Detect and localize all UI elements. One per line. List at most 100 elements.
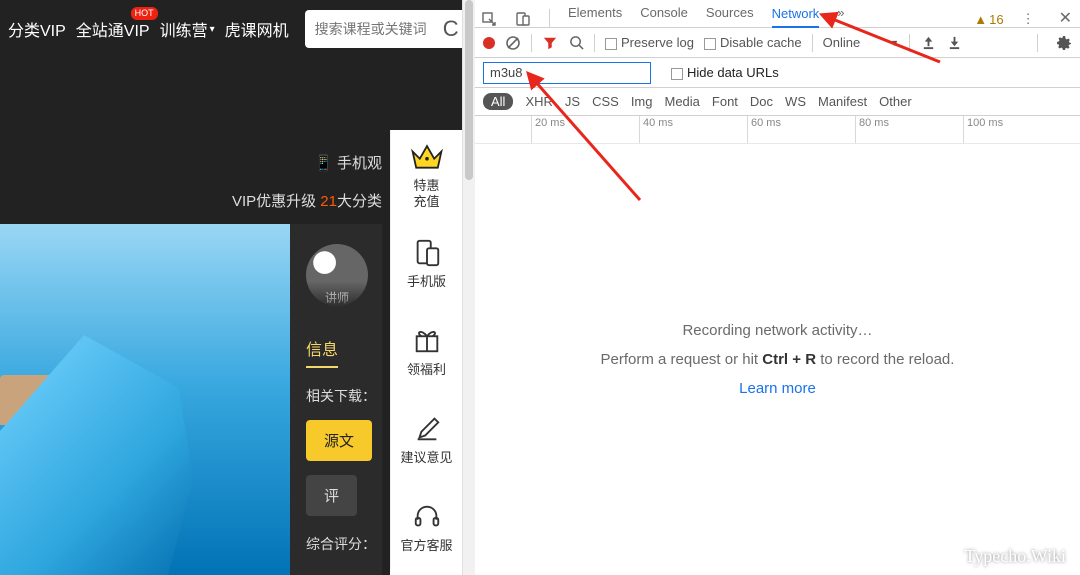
empty-sub-c: to record the reload. bbox=[816, 351, 954, 368]
warning-count[interactable]: ▲ 16 bbox=[974, 12, 1003, 27]
left-app-panel: 分类VIP 全站通VIP HOT 训练营 ▾ 虎课网机 C 📱 手机观 VIP优… bbox=[0, 0, 462, 575]
throttling-dropdown[interactable]: Online ▼ bbox=[823, 35, 900, 50]
hot-badge: HOT bbox=[131, 7, 158, 20]
empty-sub: Perform a request or hit Ctrl + R to rec… bbox=[601, 351, 955, 368]
hide-data-urls-label: Hide data URLs bbox=[687, 65, 779, 80]
empty-title: Recording network activity… bbox=[682, 322, 872, 339]
watermark: Typecho.Wiki bbox=[965, 546, 1067, 567]
scrollbar-thumb[interactable] bbox=[465, 0, 473, 180]
avatar-tag-label: 讲师 bbox=[306, 290, 368, 306]
top-nav: 分类VIP 全站通VIP HOT 训练营 ▾ 虎课网机 C bbox=[0, 0, 462, 58]
vip-promo-count: 21 bbox=[320, 193, 337, 210]
preserve-log-label: Preserve log bbox=[621, 35, 694, 50]
hide-data-urls-checkbox[interactable]: Hide data URLs bbox=[671, 65, 779, 80]
caret-down-icon: ▼ bbox=[890, 38, 899, 48]
divider bbox=[594, 34, 595, 52]
info-tab[interactable]: 信息 bbox=[306, 336, 338, 368]
inspect-icon[interactable] bbox=[481, 11, 497, 27]
type-all[interactable]: All bbox=[483, 93, 513, 110]
warning-count-value: 16 bbox=[989, 12, 1003, 27]
record-button[interactable] bbox=[483, 37, 495, 49]
download-icon[interactable] bbox=[946, 35, 962, 51]
warning-icon: ▲ bbox=[974, 12, 987, 27]
type-ws[interactable]: WS bbox=[785, 94, 806, 109]
tab-more[interactable]: » bbox=[837, 0, 844, 27]
upload-icon[interactable] bbox=[920, 35, 936, 51]
timeline-tick: 100 ms bbox=[963, 116, 1003, 143]
learn-more-link[interactable]: Learn more bbox=[739, 380, 816, 397]
gear-icon[interactable] bbox=[1056, 35, 1072, 51]
divider bbox=[909, 34, 910, 52]
divider bbox=[812, 34, 813, 52]
network-timeline[interactable]: 20 ms 40 ms 60 ms 80 ms 100 ms bbox=[475, 116, 1080, 144]
filter-icon[interactable] bbox=[542, 35, 558, 51]
rail-support-label: 官方客服 bbox=[400, 538, 452, 554]
rail-mobile[interactable]: 手机版 bbox=[390, 218, 462, 306]
vip-promo-label: VIP优惠升级 21大分类 bbox=[0, 190, 382, 211]
feedback-icon bbox=[409, 410, 445, 446]
throttling-value: Online bbox=[823, 35, 861, 50]
rail-feedback-label: 建议意见 bbox=[400, 450, 452, 466]
timeline-tick: 40 ms bbox=[639, 116, 673, 143]
tab-sources[interactable]: Sources bbox=[706, 0, 754, 27]
type-manifest[interactable]: Manifest bbox=[818, 94, 867, 109]
devtools-inner: Elements Console Sources Network » ▲ 16 … bbox=[475, 0, 1080, 575]
course-info-column: 讲师 信息 相关下载： 源文 评 综合评分： bbox=[290, 224, 382, 575]
vip-promo-c: 大分类 bbox=[337, 193, 382, 210]
rail-gift[interactable]: 领福利 bbox=[390, 306, 462, 394]
search-icon[interactable] bbox=[568, 35, 584, 51]
type-font[interactable]: Font bbox=[712, 94, 738, 109]
type-xhr[interactable]: XHR bbox=[525, 94, 552, 109]
type-js[interactable]: JS bbox=[565, 94, 580, 109]
nav-training-label: 训练营 bbox=[160, 17, 208, 41]
rail-topup[interactable]: 特惠 充值 bbox=[390, 130, 462, 218]
rail-topup-label-a: 特惠 bbox=[413, 178, 439, 194]
empty-sub-a: Perform a request or hit bbox=[601, 351, 763, 368]
overall-rating-label: 综合评分： bbox=[306, 534, 382, 554]
filter-input[interactable] bbox=[483, 62, 651, 84]
vip-promo-a: VIP优惠升级 bbox=[232, 193, 320, 210]
preserve-log-checkbox[interactable]: Preserve log bbox=[605, 35, 694, 50]
nav-category-vip[interactable]: 分类VIP bbox=[8, 17, 66, 41]
close-icon[interactable]: ✕ bbox=[1059, 11, 1072, 27]
nav-site-vip-label: 全站通VIP bbox=[76, 17, 150, 41]
page-scrollbar[interactable] bbox=[463, 0, 475, 575]
devtools-tab-bar: Elements Console Sources Network » ▲ 16 … bbox=[475, 0, 1080, 28]
clear-icon[interactable] bbox=[505, 35, 521, 51]
timeline-tick: 80 ms bbox=[855, 116, 889, 143]
type-media[interactable]: Media bbox=[664, 94, 699, 109]
iceberg-graphic bbox=[0, 335, 210, 575]
avatar[interactable]: 讲师 bbox=[306, 244, 368, 306]
network-toolbar: Preserve log Disable cache Online ▼ bbox=[475, 28, 1080, 58]
search-icon[interactable]: C bbox=[437, 14, 465, 44]
nav-site-vip[interactable]: 全站通VIP HOT bbox=[76, 17, 150, 41]
tab-elements[interactable]: Elements bbox=[568, 0, 622, 27]
timeline-tick: 60 ms bbox=[747, 116, 781, 143]
network-filter-row: Hide data URLs bbox=[475, 58, 1080, 88]
tab-console[interactable]: Console bbox=[640, 0, 688, 27]
source-file-button[interactable]: 源文 bbox=[306, 420, 372, 461]
hero-image bbox=[0, 224, 290, 575]
type-img[interactable]: Img bbox=[631, 94, 653, 109]
divider bbox=[531, 34, 532, 52]
rail-feedback[interactable]: 建议意见 bbox=[390, 394, 462, 482]
disable-cache-checkbox[interactable]: Disable cache bbox=[704, 35, 802, 50]
gift-icon bbox=[409, 322, 445, 358]
device-toggle-icon[interactable] bbox=[515, 11, 531, 27]
divider bbox=[549, 9, 550, 27]
devtools-panel: Elements Console Sources Network » ▲ 16 … bbox=[462, 0, 1080, 575]
nav-training[interactable]: 训练营 ▾ bbox=[160, 17, 215, 41]
type-doc[interactable]: Doc bbox=[750, 94, 773, 109]
kebab-menu-icon[interactable]: ⋮ bbox=[1022, 11, 1035, 27]
type-other[interactable]: Other bbox=[879, 94, 912, 109]
nav-brand[interactable]: 虎课网机 bbox=[225, 17, 289, 41]
related-download-label: 相关下载： bbox=[306, 386, 382, 406]
review-button[interactable]: 评 bbox=[306, 475, 357, 516]
rail-support[interactable]: 官方客服 bbox=[390, 482, 462, 570]
type-css[interactable]: CSS bbox=[592, 94, 619, 109]
tab-network[interactable]: Network bbox=[772, 0, 820, 28]
mobile-watch-label: 📱 手机观 bbox=[0, 152, 382, 173]
shortcut-label: Ctrl + R bbox=[762, 351, 816, 368]
rail-gift-label: 领福利 bbox=[407, 362, 446, 378]
rail-mobile-label: 手机版 bbox=[407, 274, 446, 290]
